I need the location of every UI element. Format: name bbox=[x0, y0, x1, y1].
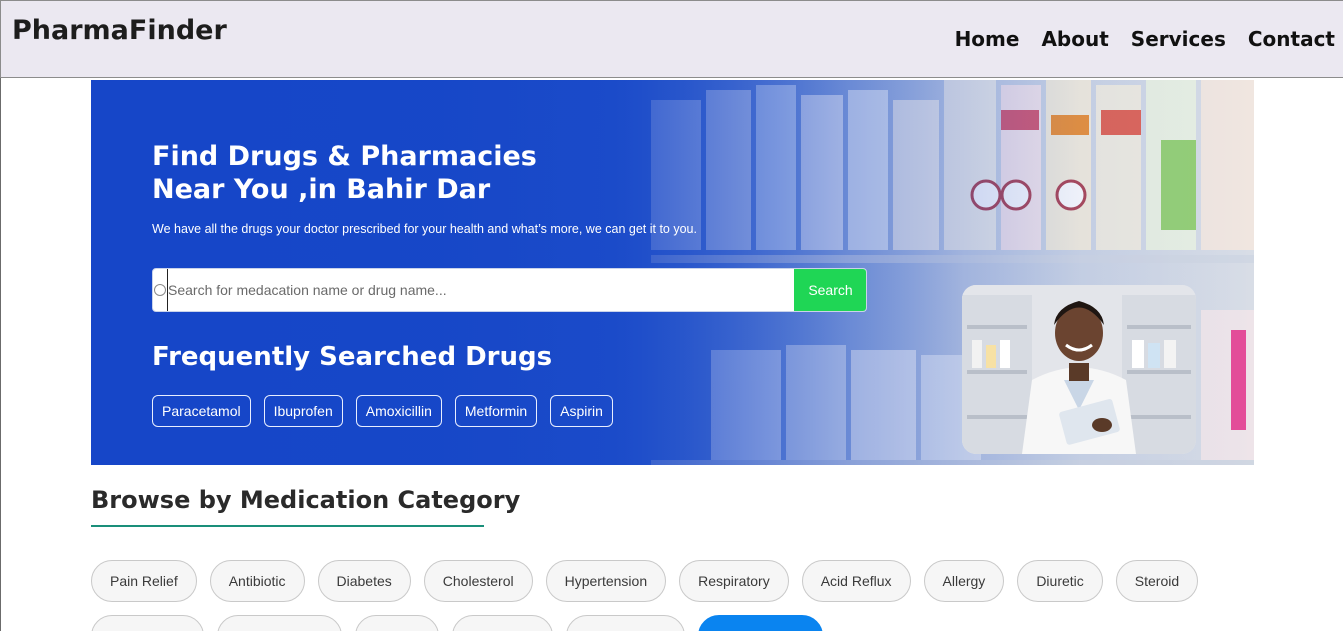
category-chip-steroid[interactable]: Steroid bbox=[1115, 560, 1199, 602]
frequent-drug-chip[interactable]: Ibuprofen bbox=[263, 395, 343, 427]
brand-logo[interactable]: PharmaFinder bbox=[12, 15, 227, 46]
nav-links: Home About Services Contact bbox=[955, 27, 1335, 51]
nav-link-home[interactable]: Home bbox=[955, 27, 1020, 51]
browse-title-underline bbox=[91, 525, 484, 527]
category-chip-antifungal[interactable]: Antifungal bbox=[452, 615, 553, 631]
category-chip-thyroid[interactable]: Thyroid bbox=[354, 615, 440, 631]
search-bar: Search bbox=[152, 268, 867, 312]
category-chip-pain-relief[interactable]: Pain Relief bbox=[91, 560, 197, 602]
category-chip-all-categories[interactable]: All Categories bbox=[697, 615, 823, 631]
hero-title: Find Drugs & Pharmacies Near You ,in Bah… bbox=[152, 140, 612, 206]
search-button[interactable]: Search bbox=[794, 269, 866, 311]
category-chip-allergy[interactable]: Allergy bbox=[923, 560, 1005, 602]
page-edge bbox=[0, 78, 1, 631]
category-chip-antibiotic[interactable]: Antibiotic bbox=[209, 560, 305, 602]
category-chip-diuretic[interactable]: Diuretic bbox=[1017, 560, 1103, 602]
frequent-drug-chip[interactable]: Amoxicillin bbox=[355, 395, 442, 427]
category-chip-respiratory[interactable]: Respiratory bbox=[679, 560, 789, 602]
category-chip-hypertension[interactable]: Hypertension bbox=[545, 560, 667, 602]
frequent-drugs-list: Paracetamol Ibuprofen Amoxicillin Metfor… bbox=[152, 395, 613, 427]
frequent-drugs-title: Frequently Searched Drugs bbox=[152, 342, 553, 372]
category-chip-cholesterol[interactable]: Cholesterol bbox=[423, 560, 533, 602]
pharmacist-photo bbox=[962, 285, 1196, 454]
hero-title-line2: Near You ,in Bahir Dar bbox=[152, 174, 491, 205]
frequent-drug-chip[interactable]: Aspirin bbox=[550, 395, 613, 427]
nav-link-contact[interactable]: Contact bbox=[1248, 27, 1335, 51]
category-chip-heart-failure[interactable]: Heart Failure bbox=[565, 615, 685, 631]
nav-link-services[interactable]: Services bbox=[1131, 27, 1226, 51]
top-navbar: PharmaFinder Home About Services Contact bbox=[0, 0, 1343, 78]
search-input[interactable] bbox=[167, 269, 787, 311]
search-icon bbox=[154, 284, 166, 296]
browse-category-title: Browse by Medication Category bbox=[91, 486, 521, 514]
category-chip-acid-reflux[interactable]: Acid Reflux bbox=[801, 560, 911, 602]
category-chip-diabetes[interactable]: Diabetes bbox=[317, 560, 411, 602]
hero-title-line1: Find Drugs & Pharmacies bbox=[152, 141, 537, 172]
category-row: Supplement Blood Thinner Thyroid Antifun… bbox=[91, 615, 823, 631]
hero-subtitle: We have all the drugs your doctor prescr… bbox=[152, 222, 697, 236]
category-chip-blood-thinner[interactable]: Blood Thinner bbox=[216, 615, 342, 631]
frequent-drug-chip[interactable]: Paracetamol bbox=[152, 395, 251, 427]
frequent-drug-chip[interactable]: Metformin bbox=[454, 395, 538, 427]
category-chip-supplement[interactable]: Supplement bbox=[91, 615, 204, 631]
category-row: Pain Relief Antibiotic Diabetes Choleste… bbox=[91, 560, 1199, 602]
nav-link-about[interactable]: About bbox=[1041, 27, 1108, 51]
hero-banner: Find Drugs & Pharmacies Near You ,in Bah… bbox=[91, 80, 1254, 465]
